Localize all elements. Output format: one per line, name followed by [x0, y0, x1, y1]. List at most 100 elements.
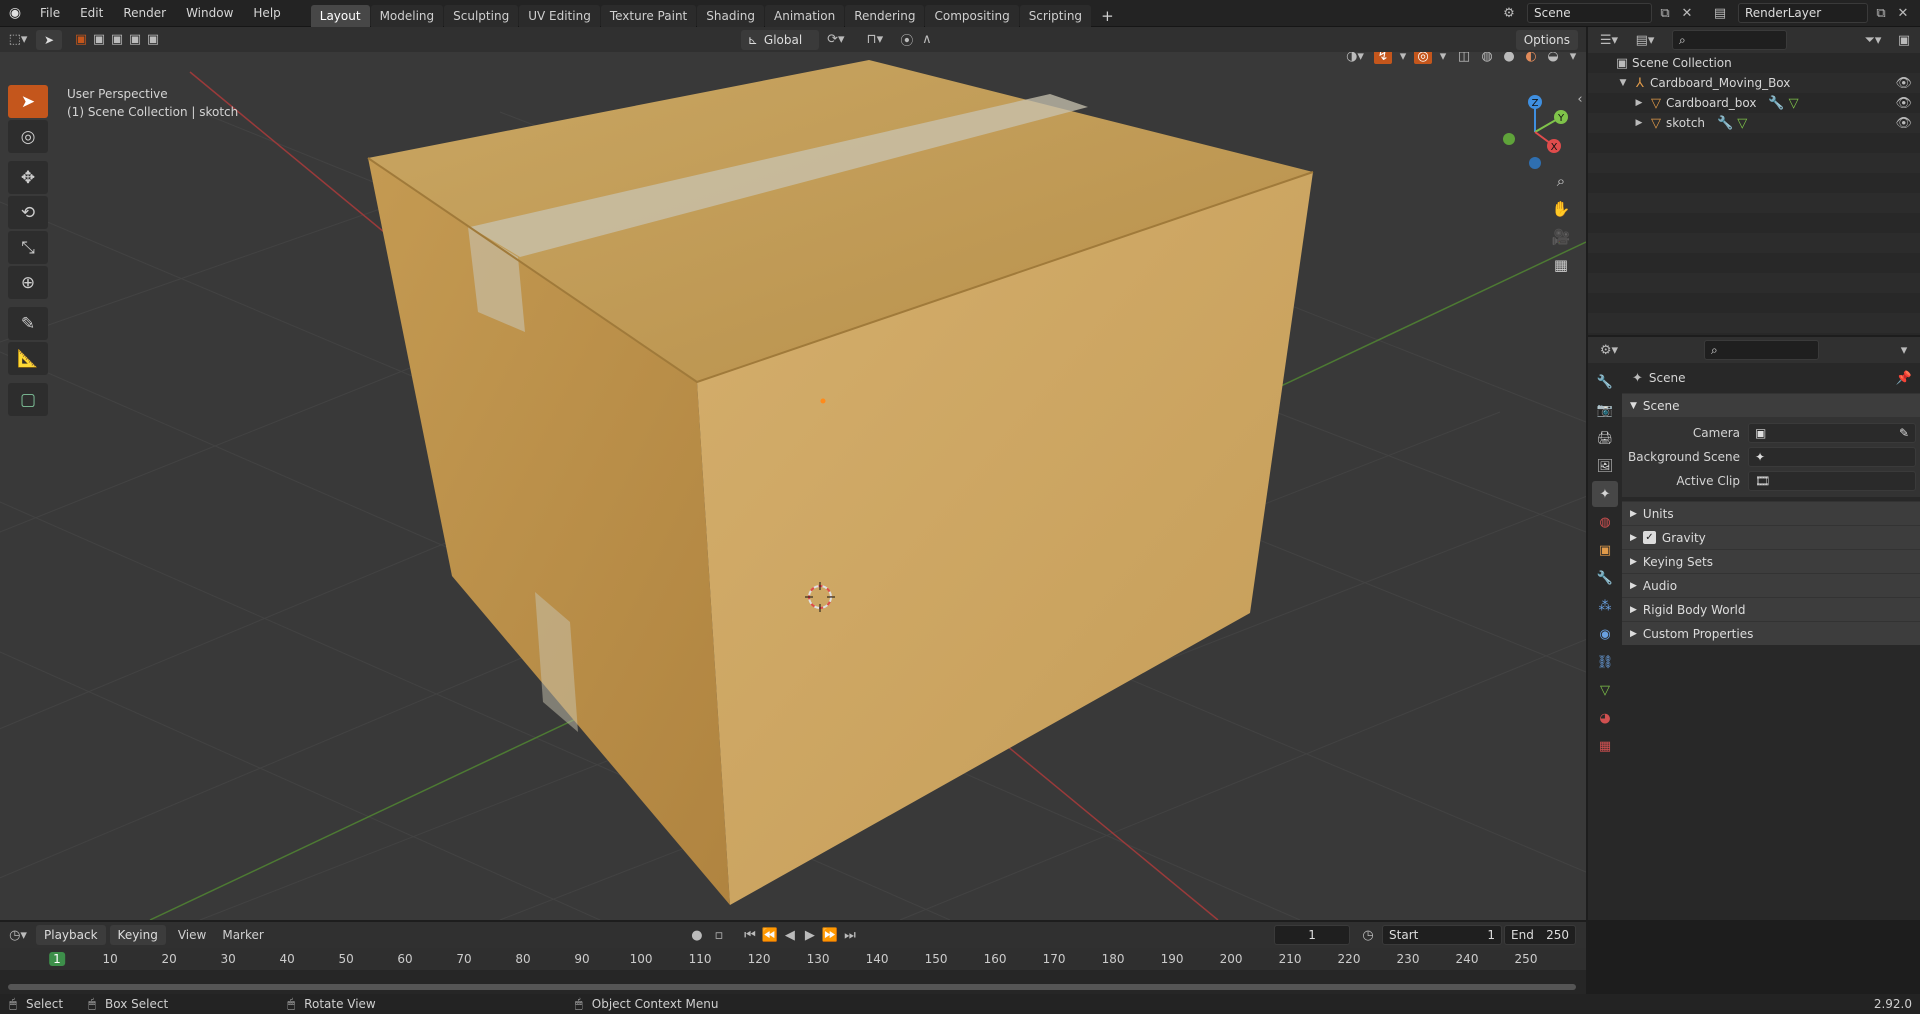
- annotate-tool-icon[interactable]: ✎: [8, 307, 48, 340]
- timeline-view-menu[interactable]: View: [170, 928, 214, 942]
- start-frame-field[interactable]: Start 1: [1382, 925, 1503, 945]
- selection-mode-extend-icon[interactable]: ▣: [90, 32, 108, 47]
- new-collection-icon[interactable]: ▣: [1894, 33, 1914, 48]
- expand-right-icon[interactable]: ▶: [1632, 118, 1646, 128]
- cursor-tool-icon[interactable]: ◎: [8, 120, 48, 153]
- overlay-dropdown-icon[interactable]: ▾: [1436, 52, 1450, 64]
- outliner-row-scene-collection[interactable]: ▣ Scene Collection: [1588, 53, 1920, 73]
- end-frame-field[interactable]: End 250: [1504, 925, 1577, 945]
- selection-mode-set-icon[interactable]: ▣: [72, 32, 90, 47]
- object-tab-icon[interactable]: ▣: [1592, 537, 1618, 563]
- world-tab-icon[interactable]: ◍: [1592, 509, 1618, 535]
- shading-solid-icon[interactable]: ●: [1500, 52, 1518, 64]
- add-cube-tool-icon[interactable]: ▢: [8, 383, 48, 416]
- select-tool-button[interactable]: ➤: [36, 29, 62, 50]
- tab-compositing[interactable]: Compositing: [925, 4, 1019, 27]
- properties-options-icon[interactable]: ▾: [1894, 343, 1914, 358]
- navigation-gizmo[interactable]: Z Y X: [1495, 92, 1575, 172]
- selection-mode-invert-icon[interactable]: ▣: [126, 32, 144, 47]
- tab-texture-paint[interactable]: Texture Paint: [600, 4, 697, 27]
- properties-search-input[interactable]: ⌕: [1704, 340, 1819, 360]
- tab-rendering[interactable]: Rendering: [845, 4, 925, 27]
- expand-right-icon[interactable]: ▶: [1632, 98, 1646, 108]
- tab-shading[interactable]: Shading: [697, 4, 764, 27]
- scene-name-field[interactable]: Scene: [1527, 3, 1652, 23]
- snap-icon[interactable]: ⊓▾: [853, 32, 897, 47]
- shading-dropdown-icon[interactable]: ▾: [1566, 52, 1580, 64]
- audio-panel-header[interactable]: ▶ Audio: [1622, 573, 1920, 597]
- camera-view-icon[interactable]: 🎥: [1547, 223, 1575, 251]
- new-scene-icon[interactable]: ⧉: [1656, 6, 1674, 21]
- outliner-row-object[interactable]: ▶ ▽ Cardboard_box 🔧 ▽ 👁: [1588, 93, 1920, 113]
- outliner-row-collection[interactable]: ▼ ⅄ Cardboard_Moving_Box 👁: [1588, 73, 1920, 93]
- material-tab-icon[interactable]: ◕: [1592, 705, 1618, 731]
- filter-icon[interactable]: ⏷▾: [1858, 33, 1888, 48]
- view-layer-tab-icon[interactable]: 🖼: [1592, 453, 1618, 479]
- frame-ruler[interactable]: 1 10 20 30 40 50 60 70 80 90 100 110 120 130 140 150 160…: [0, 948, 1586, 970]
- constraints-tab-icon[interactable]: ⛓: [1592, 649, 1618, 675]
- menu-edit[interactable]: Edit: [70, 0, 113, 27]
- move-tool-icon[interactable]: ✥: [8, 161, 48, 194]
- display-mode-icon[interactable]: ▤▾: [1630, 33, 1660, 48]
- proportional-edit-icon[interactable]: ⦿: [897, 30, 917, 49]
- scene-tab-icon[interactable]: ✦: [1592, 481, 1618, 507]
- pivot-point-icon[interactable]: ⟳▾: [819, 32, 853, 47]
- blender-logo-icon[interactable]: ◉: [0, 5, 30, 21]
- eyedropper-icon[interactable]: ✎: [1899, 424, 1909, 442]
- visibility-eye-icon[interactable]: 👁: [1895, 76, 1912, 91]
- timeline-editor-type-icon[interactable]: ◷▾: [0, 928, 36, 943]
- new-view-layer-icon[interactable]: ⧉: [1872, 6, 1890, 21]
- mesh-data-icon[interactable]: ▽: [1789, 96, 1799, 111]
- output-tab-icon[interactable]: 🖨: [1592, 425, 1618, 451]
- texture-tab-icon[interactable]: ▦: [1592, 733, 1618, 759]
- outliner-row-object[interactable]: ▶ ▽ skotch 🔧 ▽ 👁: [1588, 113, 1920, 133]
- timeline-track[interactable]: [0, 970, 1586, 994]
- camera-input[interactable]: ▣ ✎: [1748, 423, 1916, 443]
- sidebar-toggle-icon[interactable]: ‹: [1575, 92, 1585, 107]
- proportional-falloff-icon[interactable]: ∧: [917, 32, 937, 47]
- shading-wireframe-icon[interactable]: ◍: [1478, 52, 1496, 64]
- mesh-data-icon[interactable]: ▽: [1737, 116, 1747, 131]
- selection-mode-subtract-icon[interactable]: ▣: [108, 32, 126, 47]
- menu-window[interactable]: Window: [176, 0, 243, 27]
- add-workspace-icon[interactable]: +: [1092, 5, 1123, 27]
- zoom-icon[interactable]: ⌕: [1547, 167, 1575, 195]
- delete-view-layer-icon[interactable]: ✕: [1894, 6, 1912, 21]
- visibility-eye-icon[interactable]: 👁: [1895, 96, 1912, 111]
- render-tab-icon[interactable]: 📷: [1592, 397, 1618, 423]
- jump-keyframe-forward-icon[interactable]: ⏩: [820, 928, 840, 943]
- visibility-icon[interactable]: ◑▾: [1340, 52, 1370, 64]
- background-scene-input[interactable]: ✦: [1748, 447, 1916, 467]
- view-layer-field[interactable]: RenderLayer: [1738, 3, 1868, 23]
- xray-icon[interactable]: ◫: [1454, 52, 1474, 64]
- playback-menu[interactable]: Playback: [36, 925, 106, 945]
- keying-sets-panel-header[interactable]: ▶ Keying Sets: [1622, 549, 1920, 573]
- current-frame-marker[interactable]: 1: [49, 952, 65, 966]
- rigid-body-world-panel-header[interactable]: ▶ Rigid Body World: [1622, 597, 1920, 621]
- modifier-icon[interactable]: 🔧: [1717, 116, 1733, 131]
- jump-end-icon[interactable]: ⏭: [840, 928, 860, 943]
- outliner-search-input[interactable]: ⌕: [1672, 30, 1787, 50]
- pan-hand-icon[interactable]: ✋: [1547, 195, 1575, 223]
- overlay-toggle-icon[interactable]: ◎: [1414, 52, 1432, 64]
- scene-panel-header[interactable]: ▼ Scene: [1622, 393, 1920, 417]
- shading-rendered-icon[interactable]: ◒: [1544, 52, 1562, 64]
- gravity-panel-header[interactable]: ▶ ✓ Gravity: [1622, 525, 1920, 549]
- play-icon[interactable]: ▶: [800, 928, 820, 943]
- rotate-tool-icon[interactable]: ⟲: [8, 196, 48, 229]
- scale-tool-icon[interactable]: ⤡: [8, 231, 48, 264]
- particles-tab-icon[interactable]: ⁂: [1592, 593, 1618, 619]
- keying-menu[interactable]: Keying: [109, 925, 166, 945]
- jump-keyframe-back-icon[interactable]: ⏪: [760, 928, 780, 943]
- editor-type-icon[interactable]: ⬚▾: [0, 32, 36, 47]
- units-panel-header[interactable]: ▶ Units: [1622, 501, 1920, 525]
- tab-modeling[interactable]: Modeling: [370, 4, 444, 27]
- modifier-icon[interactable]: 🔧: [1768, 96, 1784, 111]
- menu-help[interactable]: Help: [243, 0, 290, 27]
- keying-set-icon[interactable]: ▫: [708, 928, 730, 943]
- tool-tab-icon[interactable]: 🔧: [1592, 369, 1618, 395]
- menu-render[interactable]: Render: [113, 0, 176, 27]
- tab-scripting[interactable]: Scripting: [1019, 4, 1092, 27]
- auto-keying-icon[interactable]: ●: [686, 928, 708, 943]
- menu-file[interactable]: File: [30, 0, 70, 27]
